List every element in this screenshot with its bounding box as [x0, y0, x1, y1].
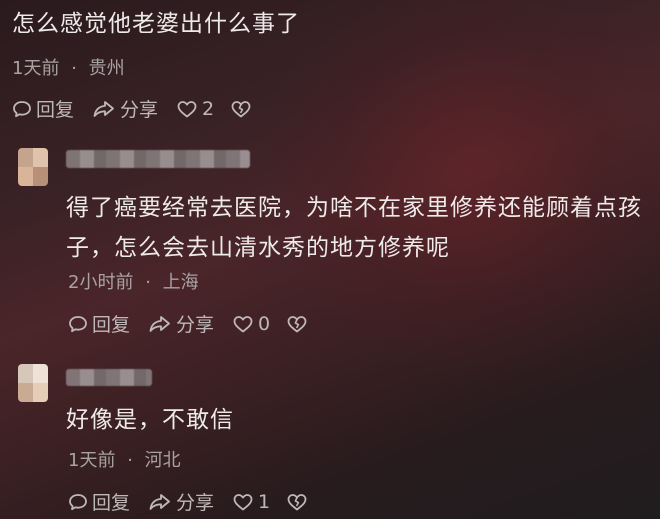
like-count: 1	[258, 490, 271, 513]
comment-location: 河北	[144, 450, 181, 471]
dislike-button[interactable]	[286, 492, 308, 512]
meta-separator: ·	[145, 272, 151, 293]
reply-label: 回复	[36, 99, 75, 121]
comment-actions: 回复 分享 0	[68, 310, 308, 337]
share-button[interactable]: 分享	[148, 488, 214, 515]
meta-separator: ·	[127, 450, 133, 471]
username-redacted	[66, 150, 250, 168]
comment-meta: 2小时前 · 上海	[68, 268, 199, 294]
comment-actions: 回复 分享 2	[12, 95, 252, 122]
speech-bubble-icon	[12, 99, 32, 119]
share-label: 分享	[120, 99, 159, 121]
speech-bubble-icon	[68, 492, 88, 512]
like-count: 2	[202, 97, 215, 120]
reply-button[interactable]: 回复	[68, 488, 130, 515]
heart-icon	[232, 492, 254, 512]
comment-meta: 1天前 · 贵州	[12, 54, 125, 80]
broken-heart-icon	[286, 492, 308, 512]
comment-time: 1天前	[12, 58, 60, 79]
dislike-button[interactable]	[286, 314, 308, 334]
comment-text-line: 子，怎么会去山清水秀的地方修养呢	[66, 235, 450, 261]
like-button[interactable]: 1	[232, 491, 270, 513]
comment-text-line: 得了癌要经常去医院，为啥不在家里修养还能顾着点孩	[66, 195, 642, 221]
reply-button[interactable]: 回复	[68, 310, 130, 337]
share-arrow-icon	[92, 99, 116, 119]
speech-bubble-icon	[68, 314, 88, 334]
comment-location: 上海	[162, 272, 199, 293]
meta-separator: ·	[71, 58, 77, 79]
comment-time: 1天前	[68, 450, 116, 471]
reply-button[interactable]: 回复	[12, 95, 74, 122]
comment-text: 得了癌要经常去医院，为啥不在家里修养还能顾着点孩 子，怎么会去山清水秀的地方修养…	[66, 188, 656, 268]
like-count: 0	[258, 312, 271, 335]
share-button[interactable]: 分享	[92, 95, 158, 122]
comment-location: 贵州	[88, 58, 125, 79]
share-button[interactable]: 分享	[148, 310, 214, 337]
heart-icon	[176, 99, 198, 119]
share-label: 分享	[176, 314, 215, 336]
comment-actions: 回复 分享 1	[68, 488, 308, 515]
heart-icon	[232, 314, 254, 334]
share-arrow-icon	[148, 314, 172, 334]
share-label: 分享	[176, 492, 215, 514]
share-arrow-icon	[148, 492, 172, 512]
comment-time: 2小时前	[68, 272, 134, 293]
comment-text: 怎么感觉他老婆出什么事了	[12, 11, 300, 37]
reply-label: 回复	[92, 314, 131, 336]
avatar[interactable]	[18, 364, 48, 402]
like-button[interactable]: 0	[232, 313, 270, 335]
dislike-button[interactable]	[230, 99, 252, 119]
like-button[interactable]: 2	[176, 98, 214, 120]
broken-heart-icon	[230, 99, 252, 119]
avatar[interactable]	[18, 148, 48, 186]
username-redacted	[66, 369, 152, 386]
broken-heart-icon	[286, 314, 308, 334]
comment-meta: 1天前 · 河北	[68, 446, 181, 472]
comment-text: 好像是，不敢信	[66, 407, 234, 433]
reply-label: 回复	[92, 492, 131, 514]
